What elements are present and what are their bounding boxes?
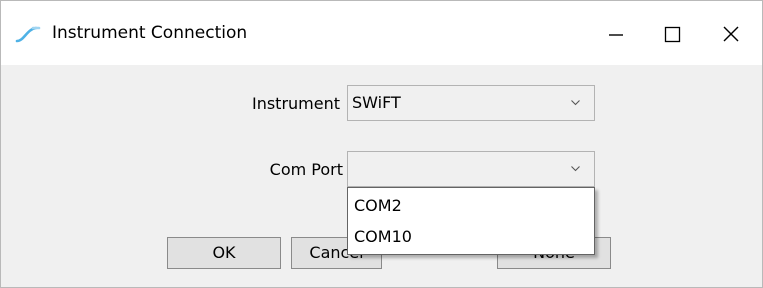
minimize-button[interactable] — [593, 17, 639, 51]
signal-wave-icon — [15, 25, 41, 43]
chevron-down-icon — [571, 100, 580, 106]
com-port-option-com10[interactable]: COM10 — [348, 222, 594, 252]
close-button[interactable] — [708, 17, 754, 51]
ok-button[interactable]: OK — [167, 237, 281, 269]
chevron-down-icon — [571, 166, 580, 172]
instrument-connection-dialog: Instrument Connection Instrument SWiFT C… — [0, 0, 763, 288]
title-bar[interactable]: Instrument Connection — [1, 1, 762, 65]
instrument-label: Instrument — [251, 94, 340, 113]
maximize-button[interactable] — [649, 17, 695, 51]
maximize-icon — [664, 26, 681, 43]
window-title: Instrument Connection — [52, 23, 248, 43]
minimize-icon — [609, 34, 623, 36]
com-port-label: Com Port — [269, 160, 343, 179]
com-port-dropdown-list: COM2 COM10 — [347, 187, 595, 255]
com-port-select[interactable] — [347, 151, 595, 187]
com-port-option-com2[interactable]: COM2 — [348, 191, 594, 221]
instrument-select[interactable]: SWiFT — [347, 85, 595, 121]
instrument-value: SWiFT — [352, 93, 401, 112]
close-icon — [723, 26, 739, 42]
